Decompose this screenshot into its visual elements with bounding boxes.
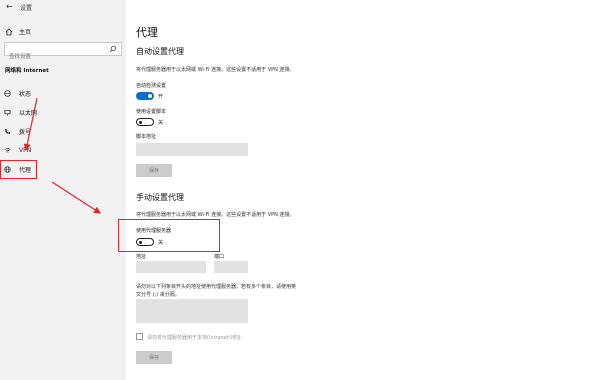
sidebar-item-label: 拨号 <box>19 128 32 136</box>
toggle-knob <box>139 120 143 124</box>
globe-icon <box>4 166 11 173</box>
sidebar-item-label: 主页 <box>19 29 32 36</box>
setup-script-label: 使用设置脚本 <box>136 109 167 115</box>
sidebar: ← 设置 主页 网络和 Internet 状态 以太网 拨号 <box>0 0 126 380</box>
search-input[interactable] <box>5 51 105 63</box>
manual-save-button[interactable]: 保存 <box>136 351 172 364</box>
script-address-input[interactable] <box>136 143 248 156</box>
proxy-address-input[interactable] <box>136 261 206 273</box>
toggle-knob <box>148 94 152 98</box>
proxy-port-label: 端口 <box>214 254 225 260</box>
status-globe-icon <box>4 89 11 97</box>
sidebar-item-home[interactable]: 主页 <box>5 27 31 36</box>
page-title: 代理 <box>136 26 158 39</box>
sidebar-item-label: 以太网 <box>19 109 38 117</box>
proxy-port-input[interactable] <box>214 261 248 273</box>
auto-proxy-description: 将代理服务器用于以太网或 Wi-Fi 连接。这些设置不适用于 VPN 连接。 <box>136 67 295 73</box>
back-arrow-icon[interactable]: ← <box>6 2 13 12</box>
auto-save-button[interactable]: 保存 <box>136 164 172 177</box>
auto-detect-label: 自动检测设置 <box>136 83 167 89</box>
sidebar-item-dialup[interactable]: 拨号 <box>4 125 31 137</box>
local-bypass-label: 请勿将代理服务器用于本地(Intranet)地址 <box>147 335 241 341</box>
ethernet-icon <box>4 109 11 116</box>
sidebar-item-proxy[interactable]: 代理 <box>0 160 37 179</box>
proxy-address-label: 地址 <box>136 254 147 260</box>
exceptions-input[interactable] <box>136 299 248 323</box>
script-address-label: 脚本地址 <box>136 134 157 140</box>
annotation-box <box>118 219 220 252</box>
sidebar-item-vpn[interactable]: VPN <box>4 144 31 156</box>
auto-proxy-heading: 自动设置代理 <box>136 47 184 56</box>
setup-script-toggle[interactable] <box>136 118 154 126</box>
sidebar-item-label: 状态 <box>19 90 32 98</box>
sidebar-item-label: VPN <box>19 146 32 154</box>
local-bypass-checkbox[interactable] <box>136 333 143 340</box>
search-icon[interactable] <box>109 45 117 53</box>
exceptions-description-line1: 请勿对以下列条目开头的地址使用代理服务器。若有多个条目，请使用英 <box>136 284 297 290</box>
sidebar-item-label: 代理 <box>19 167 32 174</box>
manual-proxy-description: 将代理服务器用于以太网或 Wi-Fi 连接。这些设置不适用于 VPN 连接。 <box>136 212 295 218</box>
auto-detect-state: 开 <box>158 94 164 100</box>
search-box[interactable] <box>4 42 122 63</box>
vpn-icon <box>4 147 11 152</box>
auto-detect-toggle[interactable] <box>136 92 154 100</box>
setup-script-state: 关 <box>158 120 164 126</box>
sidebar-item-ethernet[interactable]: 以太网 <box>4 106 37 118</box>
manual-proxy-heading: 手动设置代理 <box>136 193 184 202</box>
app-title: 设置 <box>20 5 33 12</box>
sidebar-section-title: 网络和 Internet <box>5 68 49 74</box>
home-icon <box>5 27 13 35</box>
dialup-icon <box>5 128 10 134</box>
sidebar-item-status[interactable]: 状态 <box>4 87 31 99</box>
exceptions-description-line2: 文分号 (;) 来分隔。 <box>136 292 180 298</box>
